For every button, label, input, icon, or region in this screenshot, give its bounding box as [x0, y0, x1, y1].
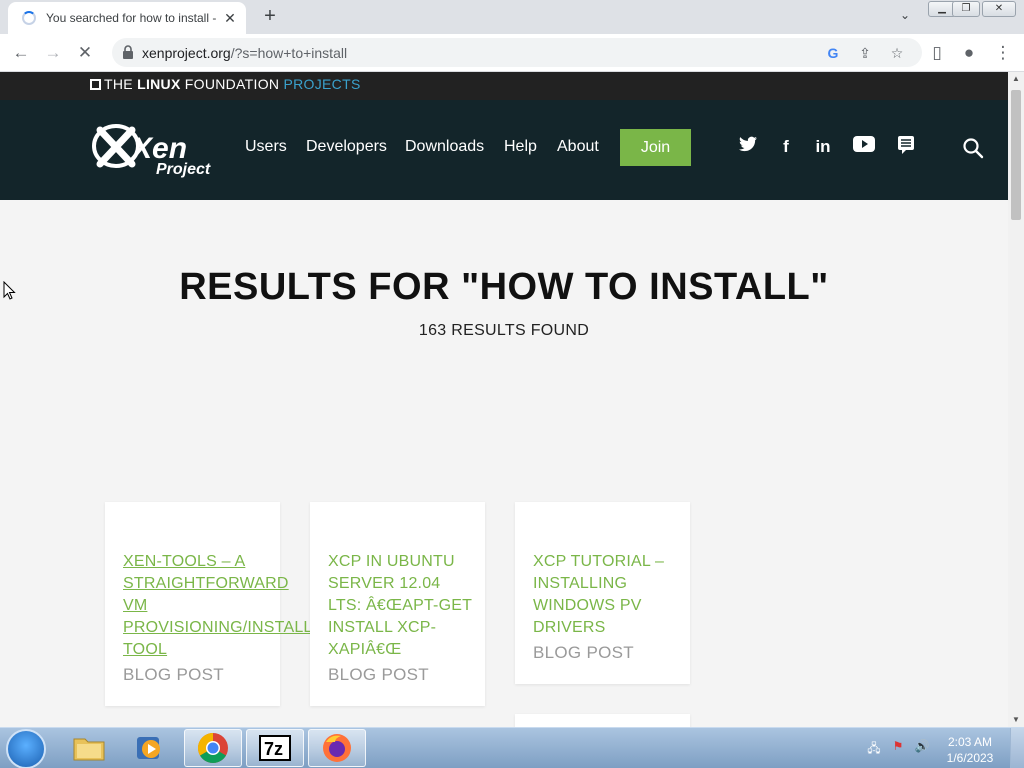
7zip-icon: 7z [259, 735, 291, 761]
youtube-icon[interactable] [853, 136, 875, 158]
result-card: XCP TUTORIAL – INSTALLING WINDOWS PV DRI… [515, 502, 690, 684]
taskbar-explorer[interactable] [60, 729, 118, 767]
system-tray: 🖧 ⚑ 🔊 [862, 737, 942, 759]
scroll-up-arrow-icon[interactable]: ▲ [1008, 72, 1024, 86]
linux-foundation-bar: THE LINUX FOUNDATION PROJECTS [0, 72, 1008, 100]
result-card-title[interactable]: XCP IN UBUNTU SERVER 12.04 LTS: â€œAPT-G… [328, 551, 473, 661]
media-player-icon [137, 737, 160, 759]
results-count: 163 RESULTS FOUND [418, 322, 590, 339]
chat-icon[interactable] [895, 136, 917, 158]
show-desktop-button[interactable] [1010, 728, 1024, 768]
search-icon[interactable] [962, 137, 984, 159]
results-heading: RESULTS FOR "HOW TO INSTALL" [179, 266, 829, 308]
menu-kebab-icon[interactable]: ⋮ [990, 40, 1016, 66]
svg-text:Project: Project [156, 161, 211, 178]
tab-search-chevron-icon[interactable]: ⌄ [896, 8, 914, 26]
result-card-type: BLOG POST [533, 643, 634, 662]
browser-tab[interactable]: You searched for how to install - ✕ [8, 2, 246, 34]
screen: You searched for how to install - ✕ + ⌄ … [0, 0, 1024, 768]
clock-time: 2:03 AM [947, 735, 993, 749]
google-lens-icon[interactable]: G [822, 42, 844, 64]
result-card-title[interactable]: XEN-TOOLS – A STRAIGHTFORWARD VM PROVISI… [123, 551, 313, 661]
nav-help[interactable]: Help [504, 138, 537, 156]
nav-developers[interactable]: Developers [306, 138, 387, 156]
result-card: XEN-TOOLS – A STRAIGHTFORWARD VM PROVISI… [105, 502, 312, 706]
xen-project-logo[interactable]: Xen Project [90, 122, 230, 178]
svg-text:7z: 7z [264, 739, 283, 759]
url-host: xenproject.org [142, 45, 231, 61]
start-button[interactable] [6, 729, 46, 768]
result-card-type: BLOG POST [123, 665, 224, 684]
folder-icon [73, 738, 105, 761]
profile-icon[interactable]: ● [956, 40, 982, 66]
windows-taskbar: 7z 🖧 ⚑ 🔊 2:03 AM 1/6/2023 [0, 727, 1024, 768]
nav-about[interactable]: About [557, 138, 599, 156]
forward-icon[interactable]: → [40, 40, 66, 66]
site-header: Xen Project Users Developers Downloads H… [0, 100, 1008, 200]
facebook-icon[interactable]: f [775, 136, 797, 158]
share-icon[interactable]: ⇪ [854, 42, 876, 64]
address-bar[interactable]: xenproject.org/?s=how+to+install G ⇪ ☆ [112, 38, 922, 67]
taskbar-firefox[interactable] [308, 729, 366, 767]
taskbar-7zip[interactable]: 7z [246, 729, 304, 767]
volume-icon[interactable]: 🔊 [914, 739, 930, 755]
action-center-flag-icon[interactable]: ⚑ [890, 739, 906, 755]
result-card-type: BLOG POST [328, 665, 429, 684]
close-tab-icon[interactable]: ✕ [222, 10, 238, 27]
page-scrollbar[interactable]: ▲ ▼ [1008, 72, 1024, 727]
restore-button[interactable]: ❐ [952, 1, 980, 17]
tab-strip: You searched for how to install - ✕ + ⌄ … [0, 0, 1024, 34]
result-card [515, 714, 690, 727]
network-icon[interactable]: 🖧 [866, 739, 882, 755]
result-card-title[interactable]: XCP TUTORIAL – INSTALLING WINDOWS PV DRI… [533, 551, 673, 639]
web-page: THE LINUX FOUNDATION PROJECTS Xen Projec… [0, 72, 1008, 727]
firefox-icon [323, 734, 351, 762]
taskbar-clock[interactable]: 2:03 AM 1/6/2023 [940, 734, 1000, 766]
stop-loading-icon[interactable]: ✕ [72, 40, 98, 66]
mouse-cursor-icon [3, 281, 16, 300]
join-button[interactable]: Join [620, 129, 691, 166]
new-tab-button[interactable]: + [258, 4, 282, 28]
taskbar-chrome[interactable] [184, 729, 242, 767]
tab-title: You searched for how to install - [46, 11, 217, 25]
taskbar-media-player[interactable] [120, 729, 178, 767]
url-text: xenproject.org/?s=how+to+install [142, 45, 347, 61]
browser-toolbar: ← → ✕ xenproject.org/?s=how+to+install G… [0, 34, 1024, 72]
scroll-down-arrow-icon[interactable]: ▼ [1008, 713, 1024, 727]
twitter-icon[interactable] [737, 136, 759, 158]
loading-spinner-icon [22, 11, 36, 25]
close-window-button[interactable]: ✕ [982, 1, 1016, 17]
bookmark-star-icon[interactable]: ☆ [886, 42, 908, 64]
nav-downloads[interactable]: Downloads [405, 138, 484, 156]
nav-users[interactable]: Users [245, 138, 287, 156]
url-path: /?s=how+to+install [230, 45, 348, 61]
result-card: XCP IN UBUNTU SERVER 12.04 LTS: â€œAPT-G… [310, 502, 485, 706]
back-icon[interactable]: ← [8, 40, 34, 66]
side-panel-icon[interactable]: ▯ [924, 40, 950, 66]
chrome-icon [197, 733, 228, 764]
linkedin-icon[interactable]: in [812, 136, 834, 158]
clock-date: 1/6/2023 [946, 751, 994, 765]
scrollbar-thumb[interactable] [1011, 90, 1021, 220]
lock-icon [123, 45, 133, 59]
linux-foundation-logo[interactable]: THE LINUX FOUNDATION PROJECTS [90, 76, 361, 92]
